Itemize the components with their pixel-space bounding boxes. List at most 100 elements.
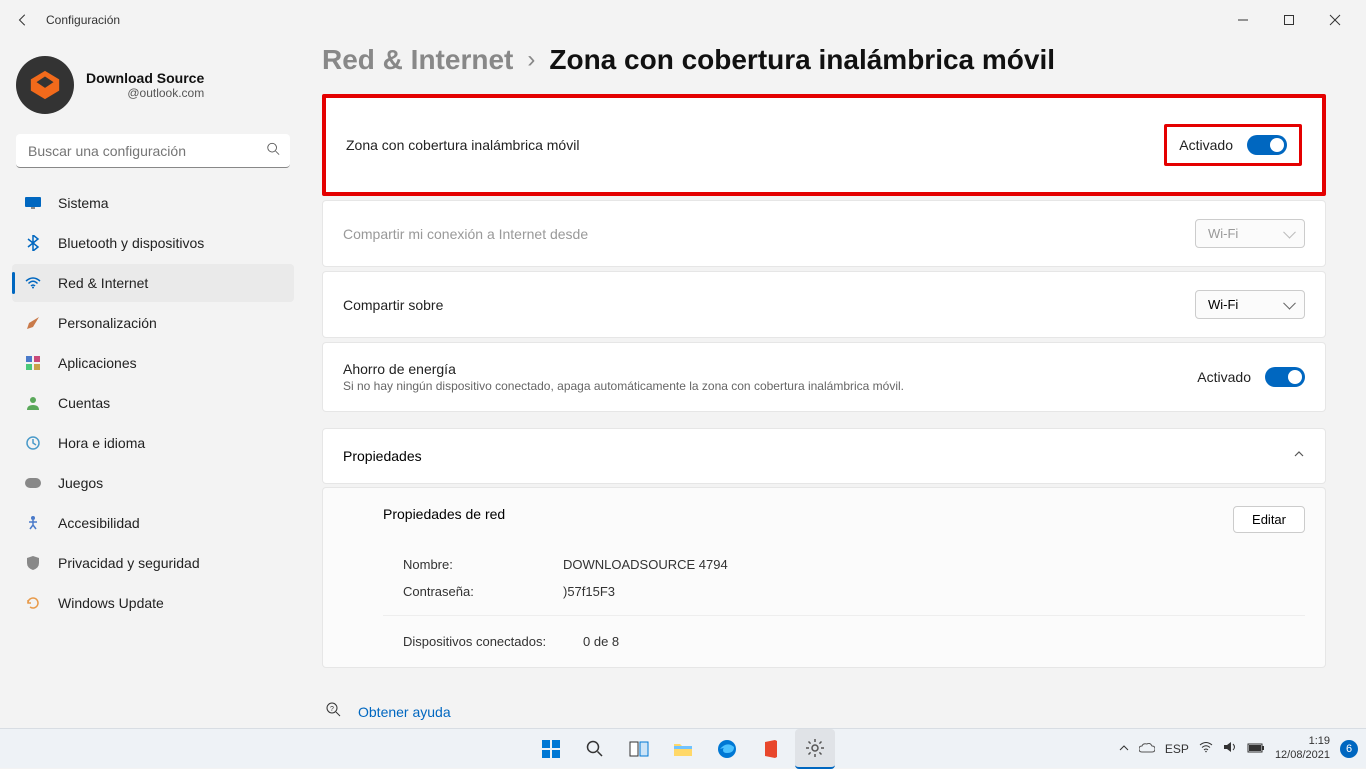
tray-onedrive-icon[interactable] — [1139, 742, 1155, 756]
nav-bluetooth[interactable]: Bluetooth y dispositivos — [12, 224, 294, 262]
nav-label: Windows Update — [58, 595, 164, 611]
power-status: Activado — [1197, 369, 1251, 385]
nav-network[interactable]: Red & Internet — [12, 264, 294, 302]
properties-label: Propiedades — [343, 448, 422, 464]
hotspot-toggle[interactable] — [1247, 135, 1287, 155]
person-icon — [24, 394, 42, 412]
password-row: Contraseña: )57f15F3 — [323, 584, 1325, 611]
tray-clock[interactable]: 1:19 12/08/2021 — [1275, 735, 1330, 761]
nav-personalization[interactable]: Personalización — [12, 304, 294, 342]
hotspot-status: Activado — [1179, 137, 1233, 153]
power-saving-card: Ahorro de energía Si no hay ningún dispo… — [322, 342, 1326, 412]
main-content: Red & Internet › Zona con cobertura inal… — [300, 40, 1366, 728]
properties-expander[interactable]: Propiedades — [322, 428, 1326, 484]
accessibility-icon — [24, 514, 42, 532]
back-button[interactable] — [8, 5, 38, 35]
profile[interactable]: Download Source @outlook.com — [12, 50, 294, 126]
window-title: Configuración — [46, 13, 120, 27]
share-from-card: Compartir mi conexión a Internet desde W… — [322, 200, 1326, 267]
tray-time: 1:19 — [1275, 735, 1330, 748]
net-props-row: Propiedades de red Editar — [323, 494, 1325, 545]
share-over-select[interactable]: Wi-Fi — [1195, 290, 1305, 319]
highlight-annotation: Activado — [1164, 124, 1302, 166]
nav-accounts[interactable]: Cuentas — [12, 384, 294, 422]
taskbar-search[interactable] — [575, 729, 615, 769]
brush-icon — [24, 314, 42, 332]
search-box — [16, 134, 290, 168]
titlebar: Configuración — [0, 0, 1366, 40]
taskbar-explorer[interactable] — [663, 729, 703, 769]
nav-update[interactable]: Windows Update — [12, 584, 294, 622]
chevron-right-icon: › — [527, 46, 535, 74]
apps-icon — [24, 354, 42, 372]
nav-label: Juegos — [58, 475, 103, 491]
search-input[interactable] — [16, 134, 290, 168]
chevron-up-icon — [1293, 447, 1305, 465]
tray-language[interactable]: ESP — [1165, 742, 1189, 756]
hotspot-toggle-card: Zona con cobertura inalámbrica móvil Act… — [322, 94, 1326, 196]
password-key: Contraseña: — [403, 584, 563, 599]
connected-value: 0 de 8 — [583, 634, 619, 649]
hotspot-label: Zona con cobertura inalámbrica móvil — [346, 137, 579, 153]
nav-label: Sistema — [58, 195, 109, 211]
share-over-label: Compartir sobre — [343, 297, 443, 313]
help-label: Obtener ayuda — [358, 704, 451, 720]
share-from-label: Compartir mi conexión a Internet desde — [343, 226, 588, 242]
taskbar: ESP 1:19 12/08/2021 6 — [0, 728, 1366, 768]
nav-label: Red & Internet — [58, 275, 148, 291]
nav-label: Aplicaciones — [58, 355, 137, 371]
tray-notifications-badge[interactable]: 6 — [1340, 740, 1358, 758]
nav-label: Privacidad y seguridad — [58, 555, 200, 571]
sidebar: Download Source @outlook.com Sistema Blu… — [0, 40, 300, 728]
connected-row: Dispositivos conectados: 0 de 8 — [323, 622, 1325, 661]
close-button[interactable] — [1312, 4, 1358, 36]
get-help-link[interactable]: ? Obtener ayuda — [326, 696, 1326, 727]
password-value: )57f15F3 — [563, 584, 615, 599]
nav-label: Hora e idioma — [58, 435, 145, 451]
nav-label: Bluetooth y dispositivos — [58, 235, 204, 251]
power-toggle[interactable] — [1265, 367, 1305, 387]
tray-wifi-icon[interactable] — [1199, 742, 1213, 756]
nav-system[interactable]: Sistema — [12, 184, 294, 222]
name-key: Nombre: — [403, 557, 563, 572]
nav-accessibility[interactable]: Accesibilidad — [12, 504, 294, 542]
bluetooth-icon — [24, 234, 42, 252]
breadcrumb-parent[interactable]: Red & Internet — [322, 44, 513, 76]
nav-privacy[interactable]: Privacidad y seguridad — [12, 544, 294, 582]
nav-time[interactable]: Hora e idioma — [12, 424, 294, 462]
tray-chevron-icon[interactable] — [1119, 742, 1129, 756]
edit-button[interactable]: Editar — [1233, 506, 1305, 533]
tray-date: 12/08/2021 — [1275, 749, 1330, 762]
profile-email: @outlook.com — [86, 86, 204, 100]
tray-volume-icon[interactable] — [1223, 741, 1237, 756]
tray-battery-icon[interactable] — [1247, 742, 1265, 756]
taskbar-office[interactable] — [751, 729, 791, 769]
breadcrumb: Red & Internet › Zona con cobertura inal… — [322, 44, 1326, 76]
nav-gaming[interactable]: Juegos — [12, 464, 294, 502]
taskbar-settings[interactable] — [795, 729, 835, 769]
share-from-select: Wi-Fi — [1195, 219, 1305, 248]
gamepad-icon — [24, 474, 42, 492]
avatar — [16, 56, 74, 114]
nav-label: Personalización — [58, 315, 157, 331]
net-props-title: Propiedades de red — [383, 506, 505, 522]
maximize-button[interactable] — [1266, 4, 1312, 36]
clock-icon — [24, 434, 42, 452]
nav-apps[interactable]: Aplicaciones — [12, 344, 294, 382]
minimize-button[interactable] — [1220, 4, 1266, 36]
connected-key: Dispositivos conectados: — [403, 634, 583, 649]
profile-name: Download Source — [86, 70, 204, 86]
divider — [383, 615, 1305, 616]
svg-text:?: ? — [330, 706, 334, 713]
nav-label: Cuentas — [58, 395, 110, 411]
power-sublabel: Si no hay ningún dispositivo conectado, … — [343, 379, 904, 393]
help-icon: ? — [326, 702, 344, 721]
power-label: Ahorro de energía — [343, 361, 904, 377]
start-button[interactable] — [531, 729, 571, 769]
share-over-card: Compartir sobre Wi-Fi — [322, 271, 1326, 338]
taskbar-edge[interactable] — [707, 729, 747, 769]
taskbar-taskview[interactable] — [619, 729, 659, 769]
nav-label: Accesibilidad — [58, 515, 140, 531]
page-title: Zona con cobertura inalámbrica móvil — [549, 44, 1055, 76]
name-value: DOWNLOADSOURCE 4794 — [563, 557, 728, 572]
